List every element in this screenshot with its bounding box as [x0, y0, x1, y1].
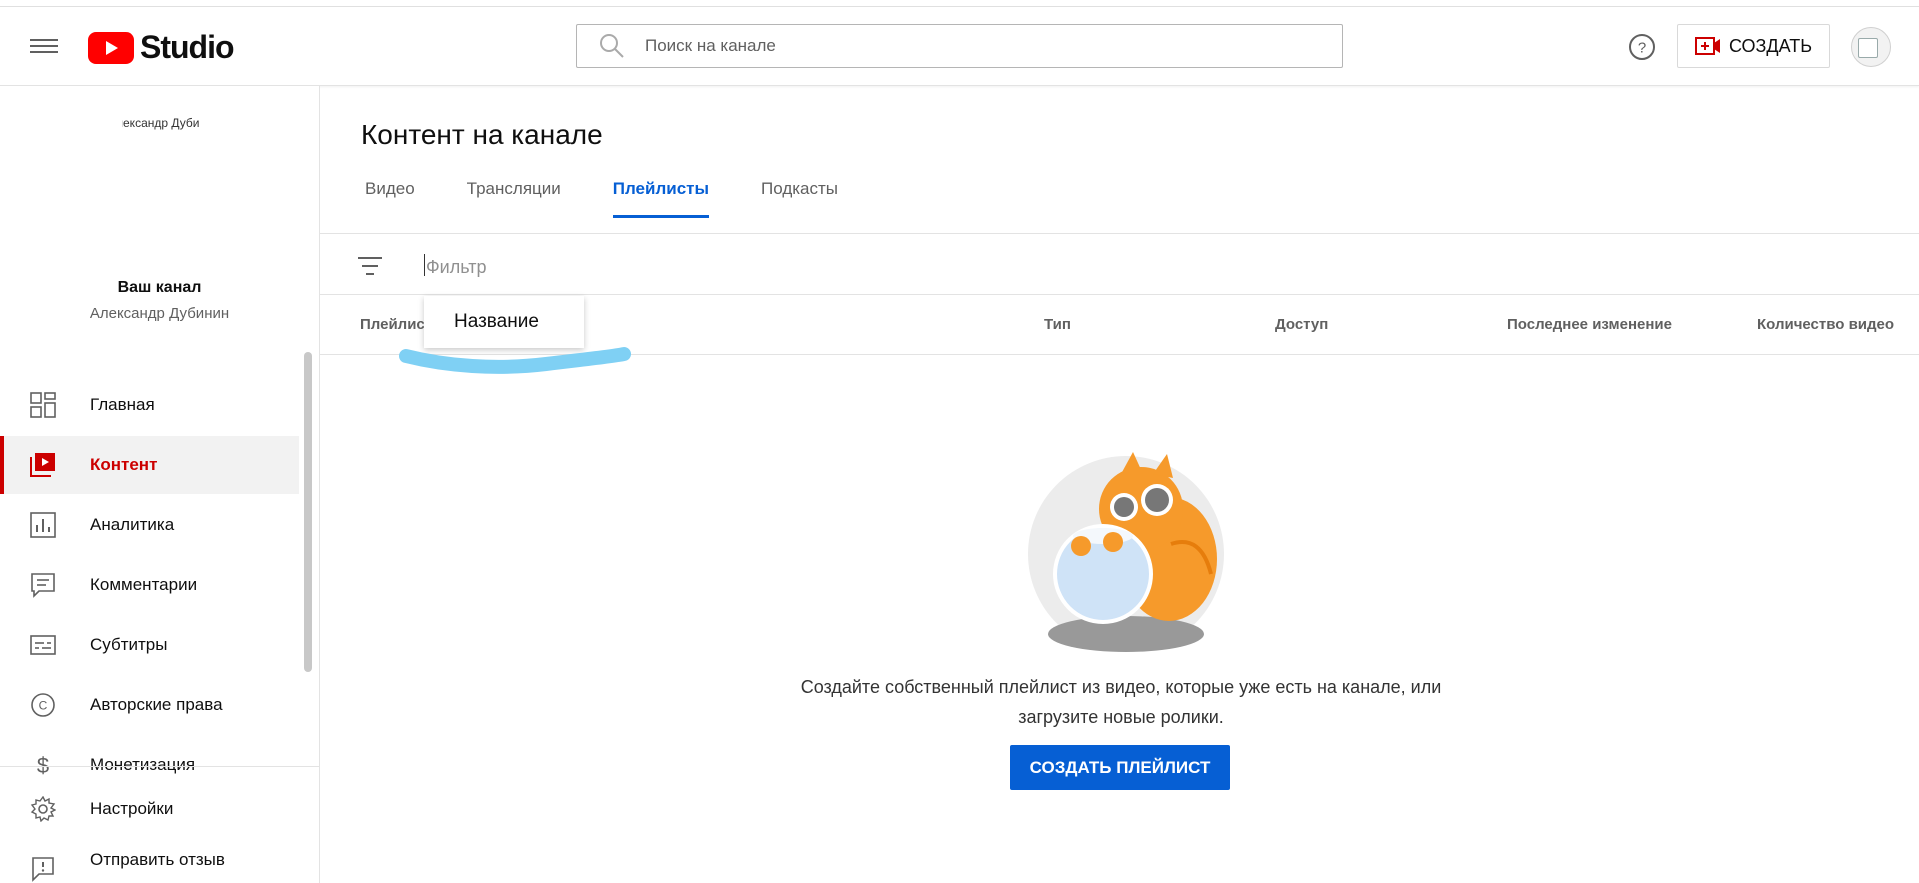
column-header-playlist[interactable]: Плейлист: [360, 316, 432, 333]
main-content: Контент на канале Видео Трансляции Плейл…: [320, 86, 1919, 883]
tab-playlists[interactable]: Плейлисты: [612, 170, 710, 234]
top-bar: Studio ? СОЗДАТЬ: [0, 7, 1919, 86]
monetization-icon: $: [37, 753, 49, 778]
text-cursor: [424, 254, 425, 276]
sidebar-item-label: Контент: [90, 455, 158, 474]
channel-avatar[interactable]: Александр Дубинин: [122, 116, 200, 130]
create-playlist-button[interactable]: СОЗДАТЬ ПЛЕЙЛИСТ: [1010, 745, 1230, 790]
sidebar-item-label: Главная: [90, 395, 155, 414]
svg-text:C: C: [39, 699, 48, 713]
window-top-border: [0, 0, 1919, 7]
account-avatar[interactable]: [1851, 27, 1891, 67]
your-channel-label: Ваш канал: [117, 279, 202, 296]
sidebar-divider: [0, 766, 319, 767]
tab-videos[interactable]: Видео: [365, 170, 415, 234]
column-header-video-count[interactable]: Количество видео: [1757, 316, 1894, 333]
empty-state-cat-illustration: [1028, 452, 1224, 652]
empty-state-message: Создайте собственный плейлист из видео, …: [800, 677, 1442, 727]
sidebar-item-comments[interactable]: Комментарии: [0, 556, 299, 614]
filter-input[interactable]: [424, 251, 828, 283]
analytics-icon: [30, 512, 56, 538]
sidebar: Александр Дубинин Ваш канал Александр Ду…: [0, 86, 320, 883]
search-box[interactable]: [576, 24, 1343, 68]
feedback-icon: [32, 857, 54, 882]
create-button-label: СОЗДАТЬ: [1728, 35, 1813, 56]
annotation-scribble: [399, 347, 631, 374]
tab-live[interactable]: Трансляции: [467, 170, 561, 234]
sidebar-item-settings[interactable]: Настройки: [0, 780, 299, 838]
sidebar-item-label: Отправить отзыв: [90, 850, 225, 869]
sidebar-item-label: Аналитика: [90, 515, 175, 534]
tab-podcasts[interactable]: Подкасты: [761, 170, 838, 234]
svg-text:?: ?: [1638, 40, 1646, 57]
search-input[interactable]: [643, 35, 1327, 57]
filter-divider: [320, 294, 1919, 295]
menu-icon[interactable]: [30, 35, 58, 57]
studio-logo[interactable]: Studio: [88, 29, 235, 66]
sidebar-item-label: Настройки: [90, 799, 174, 818]
content-tabs: Видео Трансляции Плейлисты Подкасты: [365, 170, 890, 234]
comments-icon: [31, 573, 55, 598]
subtitles-icon: [30, 635, 56, 655]
sidebar-item-label: Субтитры: [90, 635, 168, 654]
sidebar-item-label: Авторские права: [90, 695, 223, 714]
sidebar-scrollbar[interactable]: [304, 352, 312, 672]
copyright-icon: C: [31, 693, 55, 717]
sidebar-item-subtitles[interactable]: Субтитры: [0, 616, 299, 674]
filter-option-label: Название: [454, 311, 539, 332]
dashboard-icon: [30, 392, 56, 418]
content-icon: [30, 453, 55, 477]
sidebar-item-copyright[interactable]: C Авторские права: [0, 676, 299, 734]
logo-text: Studio: [140, 29, 235, 65]
search-icon: [600, 34, 624, 58]
create-video-icon: [1694, 37, 1720, 55]
sidebar-item-content[interactable]: Контент: [0, 436, 299, 494]
column-header-last-modified[interactable]: Последнее изменение: [1507, 316, 1672, 333]
tabs-divider: [320, 233, 1919, 234]
youtube-logo-icon: [88, 31, 134, 64]
channel-name: Александр Дубинин: [89, 305, 230, 322]
settings-icon: [30, 796, 56, 822]
column-header-type[interactable]: Тип: [1044, 316, 1071, 333]
column-header-access[interactable]: Доступ: [1275, 316, 1328, 333]
filter-icon[interactable]: [357, 255, 383, 277]
help-icon[interactable]: ?: [1628, 33, 1656, 61]
page-title: Контент на канале: [361, 119, 603, 150]
sidebar-item-feedback[interactable]: Отправить отзыв: [0, 840, 299, 882]
sidebar-item-dashboard[interactable]: Главная: [0, 376, 299, 434]
create-button[interactable]: СОЗДАТЬ: [1677, 24, 1830, 68]
sidebar-item-label: Монетизация: [90, 755, 196, 774]
sidebar-item-analytics[interactable]: Аналитика: [0, 496, 299, 554]
sidebar-item-label: Комментарии: [90, 575, 198, 594]
